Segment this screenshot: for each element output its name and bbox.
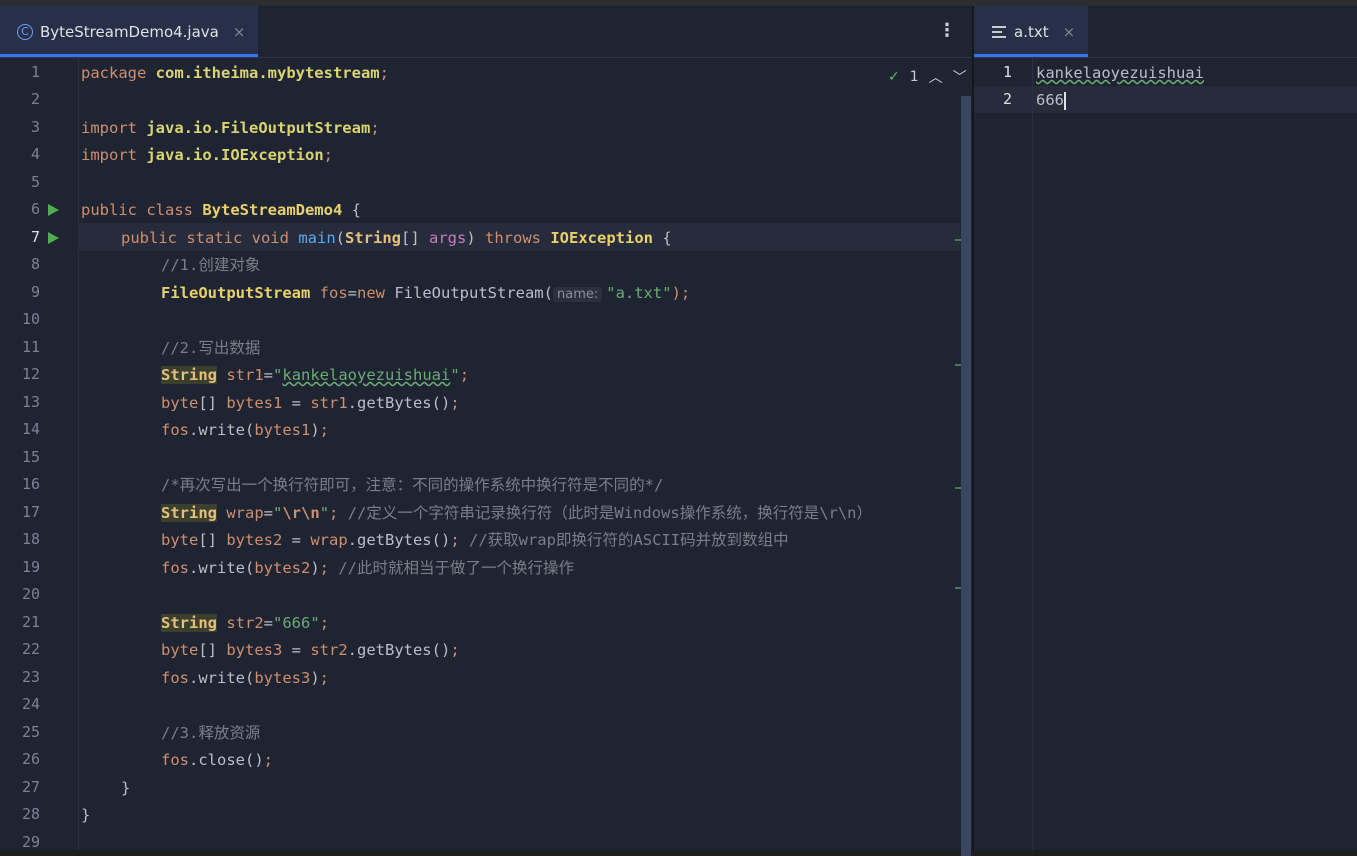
tab-label: ByteStreamDemo4.java [40, 22, 219, 41]
tab-bytestreamdemo4-java[interactable]: C ByteStreamDemo4.java × [0, 6, 258, 57]
code-line-25: //3.释放资源 [161, 724, 261, 742]
code-line-17: String wrap="\r\n"; //定义一个字符串记录换行符（此时是Wi… [161, 504, 873, 522]
line-number: 2 [1002, 90, 1012, 108]
code-editor[interactable]: package com.itheima.mybytestream; import… [81, 58, 957, 850]
code-line-16: /*再次写出一个换行符即可，注意：不同的操作系统中换行符是不同的*/ [161, 476, 664, 494]
close-icon[interactable]: × [1063, 23, 1076, 41]
code-line-6: public class ByteStreamDemo4 { [81, 201, 361, 219]
vertical-scrollbar[interactable] [961, 96, 971, 856]
line-number: 12 [21, 365, 40, 383]
active-tab-indicator [974, 54, 1088, 57]
line-number: 28 [21, 805, 40, 823]
code-line-4: import java.io.IOException; [81, 146, 333, 164]
line-number: 23 [21, 668, 40, 686]
code-line-12: String str1="kankelaoyezuishuai"; [161, 366, 470, 384]
code-line-21: String str2="666"; [161, 614, 330, 632]
line-number: 15 [21, 448, 40, 466]
line-number: 1 [30, 63, 40, 81]
tab-a-txt[interactable]: a.txt × [974, 6, 1088, 57]
more-actions-icon[interactable]: ⋮ [938, 20, 956, 41]
line-number: 24 [21, 695, 40, 713]
line-number: 25 [21, 723, 40, 741]
close-icon[interactable]: × [233, 23, 246, 41]
run-class-icon[interactable] [48, 204, 59, 216]
line-number: 22 [21, 640, 40, 658]
code-line-13: byte[] bytes1 = str1.getBytes(); [161, 394, 460, 412]
line-number: 27 [21, 778, 40, 796]
line-number: 16 [21, 475, 40, 493]
code-line-28: } [81, 806, 91, 824]
tab-label: a.txt [1014, 22, 1049, 41]
editor-pane-java: C ByteStreamDemo4.java × ⋮ 1 2 3 4 5 6 7… [0, 6, 972, 856]
active-tab-indicator [0, 54, 258, 57]
line-number: 2 [30, 90, 40, 108]
line-number: 17 [21, 503, 40, 521]
run-main-icon[interactable] [48, 232, 59, 244]
code-line-9: FileOutputStream fos=new FileOutputStrea… [161, 284, 691, 302]
line-number: 20 [21, 585, 40, 603]
line-number: 9 [30, 283, 40, 301]
line-number: 29 [21, 833, 40, 851]
code-line-19: fos.write(bytes2); //此时就相当于做了一个换行操作 [161, 559, 575, 577]
line-number-gutter: 1 2 3 4 5 6 7 8 9 10 11 12 13 14 15 16 1… [0, 58, 79, 851]
editor-pane-txt: a.txt × 1 2 kankelaoyezuishuai 666 [974, 6, 1357, 850]
text-caret [1064, 91, 1066, 110]
java-class-icon: C [17, 23, 33, 40]
editor-tab-bar-right: a.txt × [974, 6, 1357, 58]
code-line-14: fos.write(bytes1); [161, 421, 330, 439]
text-line-2[interactable]: 666 [1036, 87, 1066, 114]
code-line-1: package com.itheima.mybytestream; [81, 64, 389, 82]
line-number: 18 [21, 530, 40, 548]
line-number: 8 [30, 255, 40, 273]
line-number: 10 [21, 310, 40, 328]
line-number: 4 [30, 145, 40, 163]
line-number: 6 [30, 200, 40, 218]
code-line-11: //2.写出数据 [161, 339, 261, 357]
line-number: 21 [21, 613, 40, 631]
line-number: 1 [1002, 63, 1012, 81]
code-line-23: fos.write(bytes3); [161, 669, 330, 687]
line-number: 5 [30, 173, 40, 191]
code-line-26: fos.close(); [161, 751, 273, 769]
line-number: 13 [21, 393, 40, 411]
line-number: 14 [21, 420, 40, 438]
line-number: 19 [21, 558, 40, 576]
code-line-7: public static void main(String[] args) t… [121, 229, 672, 247]
line-number-gutter: 1 2 [974, 58, 1033, 850]
code-line-3: import java.io.FileOutputStream; [81, 119, 380, 137]
line-number: 11 [21, 338, 40, 356]
editor-tab-bar: C ByteStreamDemo4.java × ⋮ [0, 6, 972, 58]
line-number: 3 [30, 118, 40, 136]
param-hint: name: [552, 287, 603, 302]
line-number: 7 [30, 228, 40, 246]
code-line-8: //1.创建对象 [161, 256, 261, 274]
code-line-18: byte[] bytes2 = wrap.getBytes(); //获取wra… [161, 531, 789, 549]
code-line-22: byte[] bytes3 = str2.getBytes(); [161, 641, 460, 659]
text-file-icon [992, 23, 1006, 41]
text-line-1[interactable]: kankelaoyezuishuai [1036, 60, 1204, 87]
line-number: 26 [21, 750, 40, 768]
code-line-27: } [121, 779, 131, 797]
